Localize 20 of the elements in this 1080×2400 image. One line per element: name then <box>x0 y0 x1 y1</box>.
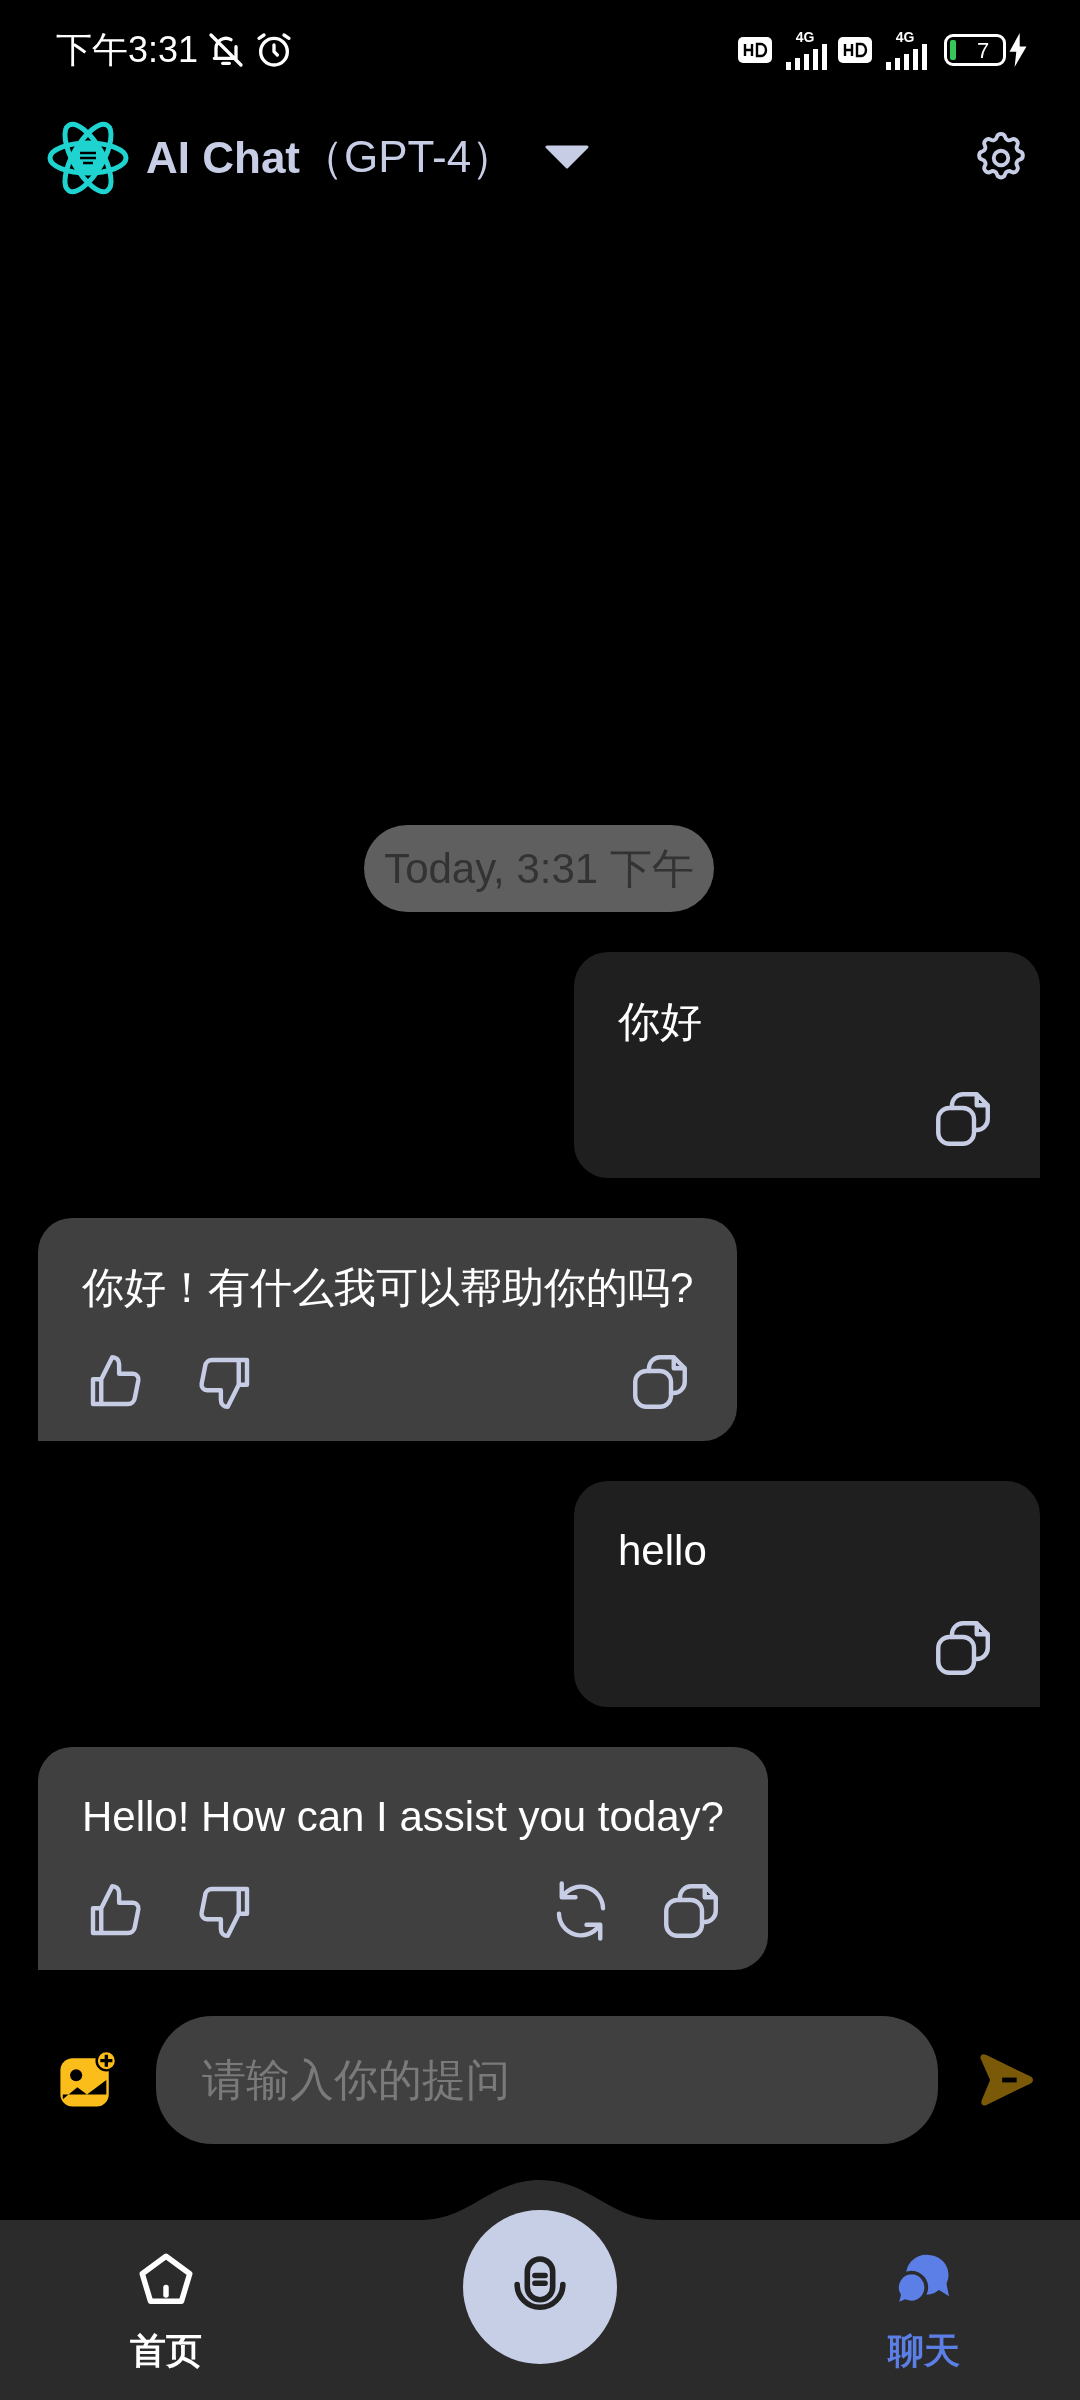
nav-tab[interactable]: 首页 <box>130 2250 202 2378</box>
network-type: 4G <box>795 30 815 44</box>
model-selector[interactable]: （GPT-4） <box>300 131 590 184</box>
message-text: hello <box>618 1526 708 1576</box>
message-text: 你好！有什么我可以帮助你的吗? <box>82 1264 694 1311</box>
network-type: 4G <box>895 30 915 44</box>
caret-icon <box>545 145 590 170</box>
status-time: 下午3:31 <box>56 28 199 72</box>
message-text: Hello! How can I assist you today? <box>82 1793 724 1840</box>
send-icon <box>978 2053 1036 2107</box>
battery-percent: 7 <box>975 36 991 65</box>
app-title: AI Chat <box>146 131 300 184</box>
image-plus-icon <box>58 2051 116 2109</box>
hd-icon <box>738 37 772 63</box>
battery-icon <box>944 34 1006 66</box>
message-text: 你好 <box>618 997 703 1047</box>
hd-icon <box>838 37 872 63</box>
message-input-field[interactable]: 请输入你的提问 <box>156 2016 938 2144</box>
add-image-button[interactable] <box>58 2051 116 2109</box>
nav-tab[interactable]: 聊天 <box>888 2250 960 2378</box>
